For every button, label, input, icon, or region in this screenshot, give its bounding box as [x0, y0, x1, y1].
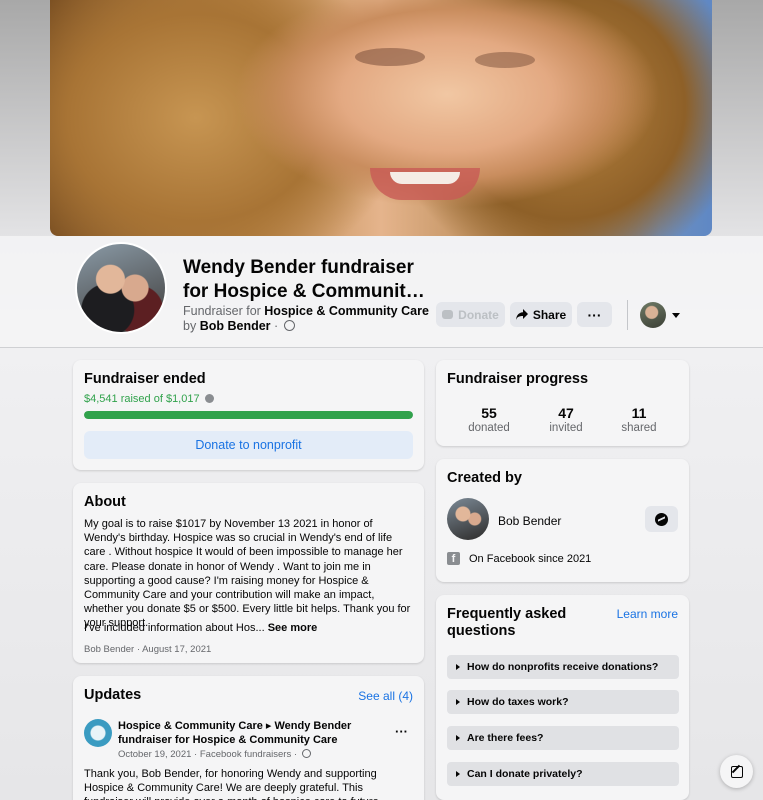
- member-since: On Facebook since 2021: [469, 553, 592, 565]
- cover-photo[interactable]: [50, 0, 712, 236]
- chevron-right-icon: [456, 664, 460, 670]
- org-avatar[interactable]: [84, 719, 112, 747]
- about-card: About My goal is to raise $1017 by Novem…: [73, 483, 424, 663]
- faq-question: Can I donate privately?: [467, 768, 583, 780]
- chevron-right-icon: [456, 699, 460, 705]
- organizer-line: by Bob Bender ·: [183, 319, 295, 333]
- fundraiser-profile-photo[interactable]: [75, 242, 167, 334]
- donate-to-nonprofit-label: Donate to nonprofit: [195, 438, 302, 452]
- card-title: Fundraiser ended: [84, 371, 206, 387]
- account-avatar[interactable]: [640, 302, 666, 328]
- caret-down-icon[interactable]: [672, 313, 680, 318]
- updates-card: Updates See all (4) Hospice & Community …: [73, 676, 424, 800]
- messenger-icon: [655, 512, 668, 526]
- donate-button[interactable]: Donate: [436, 302, 505, 327]
- stat-value: 47: [558, 405, 574, 421]
- donate-icon: [442, 310, 454, 319]
- by-label: by: [183, 319, 200, 333]
- update-date: October 19, 2021 · Facebook fundraisers …: [118, 749, 300, 760]
- update-post-title[interactable]: Hospice & Community Care ▸ Wendy Bender …: [118, 719, 378, 747]
- fundraiser-for-label: Fundraiser for: [183, 304, 265, 318]
- share-arrow-icon: [515, 309, 528, 320]
- compose-icon: [730, 765, 743, 778]
- card-title: About: [84, 494, 126, 510]
- see-more-link[interactable]: See more: [268, 622, 318, 634]
- created-by-card: Created by Bob Bender f On Facebook sinc…: [436, 459, 689, 582]
- more-options-button[interactable]: ···: [577, 302, 612, 327]
- faq-question: How do nonprofits receive donations?: [467, 661, 659, 673]
- chevron-right-icon: [456, 771, 460, 777]
- stat-value: 55: [481, 405, 497, 421]
- update-post-meta: October 19, 2021 · Facebook fundraisers …: [118, 749, 311, 760]
- stat-label: invited: [549, 422, 583, 434]
- raised-amount: $4,541 raised of $1,017: [84, 393, 214, 405]
- share-button-label: Share: [532, 307, 567, 322]
- globe-icon: [283, 320, 295, 331]
- fundraiser-for-line: Fundraiser for Hospice & Community Care: [183, 304, 429, 318]
- card-title: Frequently asked questions: [447, 606, 567, 639]
- update-more-icon[interactable]: ···: [395, 724, 408, 739]
- stat-shared: 11 shared: [599, 405, 679, 434]
- stat-label: donated: [468, 422, 510, 434]
- donate-button-label: Donate: [458, 307, 499, 322]
- faq-question: Are there fees?: [467, 732, 544, 744]
- page-title: Wendy Bender fundraiser for Hospice & Co…: [183, 256, 433, 304]
- faq-item[interactable]: How do taxes work?: [447, 690, 679, 714]
- card-title: Created by: [447, 470, 522, 486]
- organizer-link[interactable]: Bob Bender: [200, 319, 271, 333]
- about-description: My goal is to raise $1017 by November 13…: [84, 518, 411, 630]
- nonprofit-link[interactable]: Hospice & Community Care: [264, 304, 429, 318]
- globe-icon: [301, 749, 311, 758]
- creator-name[interactable]: Bob Bender: [498, 514, 561, 528]
- progress-bar-fill: [84, 411, 413, 419]
- fundraiser-ended-card: Fundraiser ended $4,541 raised of $1,017…: [73, 360, 424, 470]
- faq-item[interactable]: Are there fees?: [447, 726, 679, 750]
- donate-to-nonprofit-button[interactable]: Donate to nonprofit: [84, 431, 413, 459]
- more-icon: ···: [587, 306, 602, 323]
- faq-question: How do taxes work?: [467, 696, 569, 708]
- about-meta: Bob Bender · August 17, 2021: [84, 644, 212, 655]
- chevron-right-icon: [456, 735, 460, 741]
- cover-photo-detail: [355, 48, 425, 66]
- separator: ·: [270, 319, 282, 333]
- update-post-text: Thank you, Bob Bender, for honoring Wend…: [84, 768, 379, 800]
- about-truncated-text: I've included information about Hos...: [84, 622, 265, 634]
- divider: [627, 300, 628, 330]
- raised-text: $4,541 raised of $1,017: [84, 393, 200, 405]
- cover-photo-detail: [475, 52, 535, 68]
- compose-message-button[interactable]: [720, 755, 753, 788]
- card-title: Fundraiser progress: [447, 371, 589, 387]
- progress-bar: [84, 411, 413, 419]
- about-more-line: I've included information about Hos... S…: [84, 622, 317, 634]
- stat-donated: 55 donated: [449, 405, 529, 434]
- faq-item[interactable]: How do nonprofits receive donations?: [447, 655, 679, 679]
- message-button[interactable]: [645, 506, 678, 532]
- facebook-icon: f: [447, 552, 460, 565]
- stat-invited: 47 invited: [526, 405, 606, 434]
- learn-more-link[interactable]: Learn more: [617, 607, 678, 621]
- title-line: Wendy Bender fundraiser: [183, 257, 414, 278]
- share-button[interactable]: Share: [510, 302, 572, 327]
- faq-card: Frequently asked questions Learn more Ho…: [436, 595, 689, 800]
- stat-label: shared: [621, 422, 657, 434]
- fundraiser-progress-card: Fundraiser progress 55 donated 47 invite…: [436, 360, 689, 446]
- info-icon[interactable]: [204, 394, 214, 403]
- stat-value: 11: [631, 405, 647, 421]
- cover-photo-detail: [390, 172, 460, 184]
- see-all-link[interactable]: See all (4): [358, 689, 413, 703]
- faq-item[interactable]: Can I donate privately?: [447, 762, 679, 786]
- card-title: Updates: [84, 687, 142, 703]
- title-line: for Hospice & Community Care: [183, 281, 433, 302]
- creator-avatar[interactable]: [447, 498, 489, 540]
